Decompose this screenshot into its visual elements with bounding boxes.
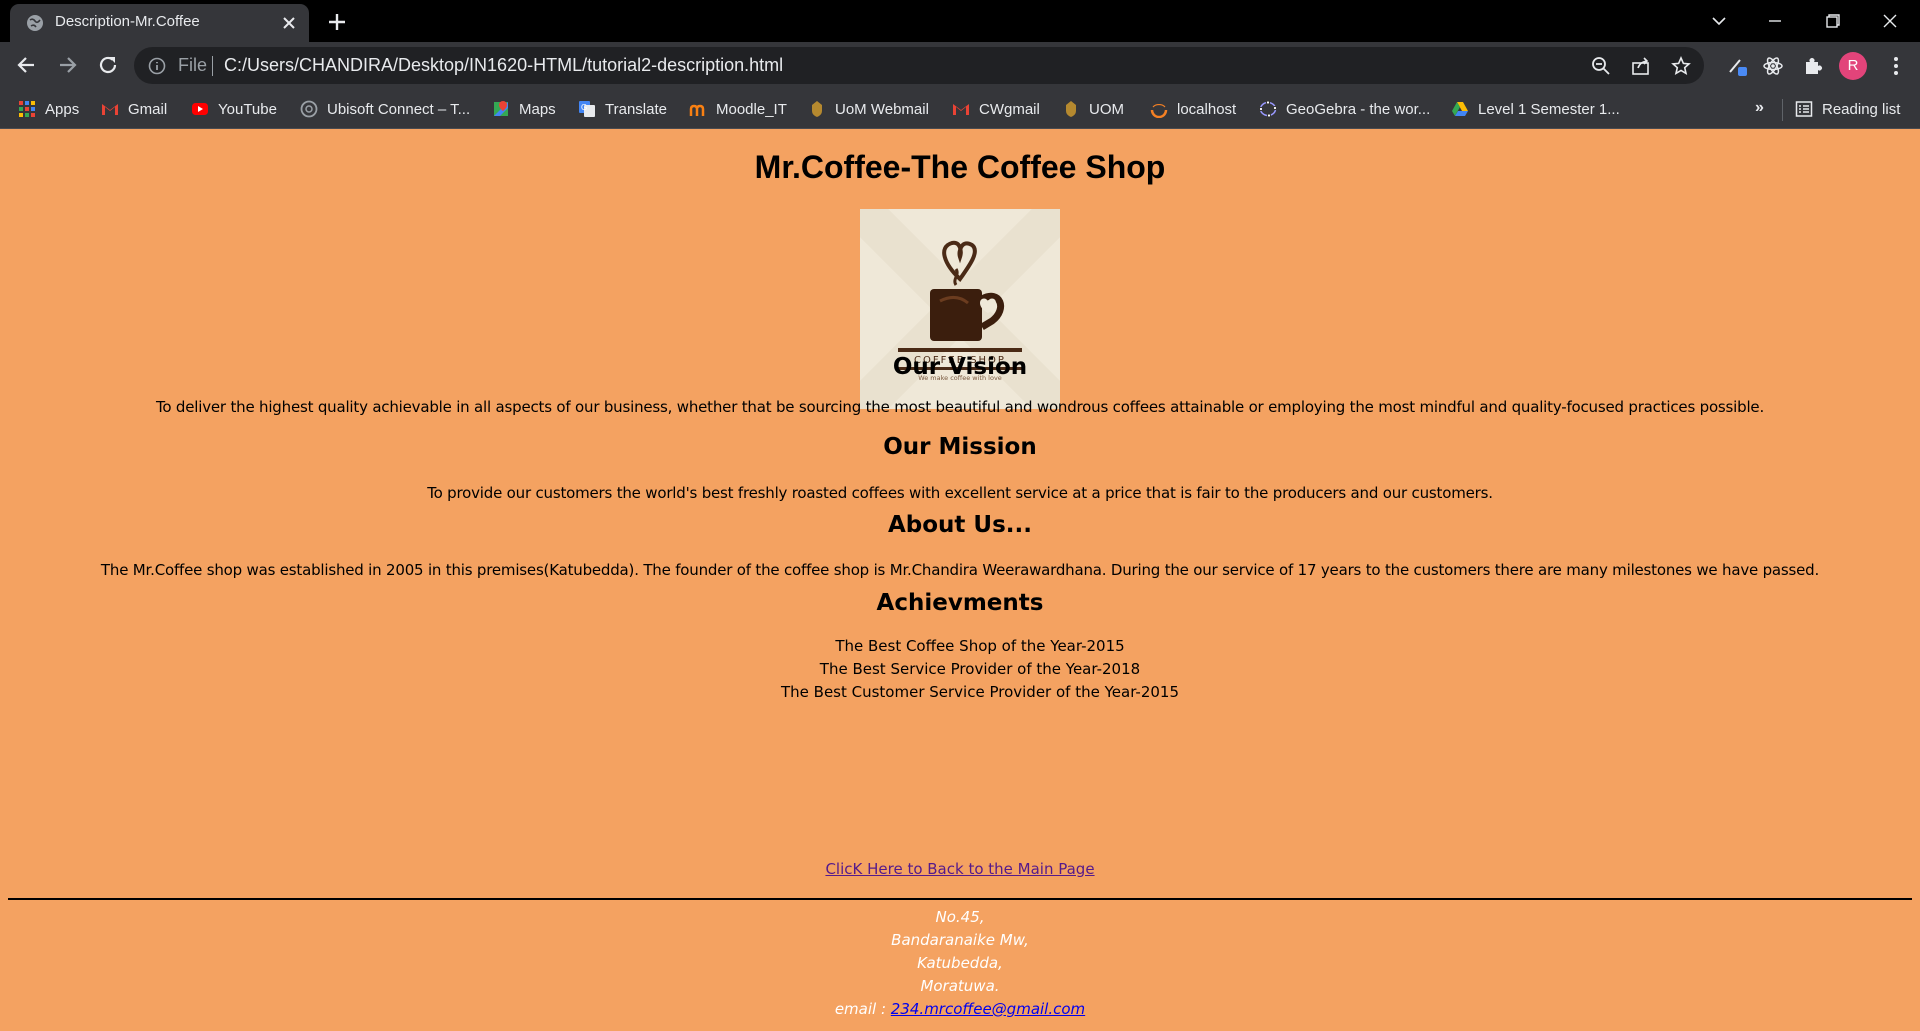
vision-heading: Our Vision (892, 354, 1028, 380)
bookmark-maps[interactable]: Maps (492, 97, 556, 121)
gmail-icon (102, 104, 118, 115)
back-link-wrapper: ClicK Here to Back to the Main Page (0, 860, 1920, 878)
youtube-icon (192, 103, 208, 115)
ubisoft-icon (300, 100, 318, 118)
reading-list-button[interactable]: Reading list (1795, 97, 1900, 121)
svg-text:G: G (581, 103, 587, 112)
tab-strip: Description-Mr.Coffee (0, 0, 1920, 42)
bookmark-label: UOM (1089, 100, 1124, 118)
scheme-label: File (178, 55, 208, 75)
bookmark-label: UoM Webmail (835, 100, 929, 118)
restore-icon[interactable] (1820, 8, 1846, 34)
url-text[interactable]: C:/Users/CHANDIRA/Desktop/IN1620-HTML/tu… (224, 55, 783, 76)
new-tab-icon[interactable] (326, 11, 348, 33)
uom-icon (1066, 101, 1076, 117)
bookmark-uom[interactable]: UOM (1062, 97, 1124, 121)
bookmark-label: Apps (45, 100, 80, 118)
bookmark-moodle[interactable]: Moodle_IT (689, 97, 787, 121)
achievement-item: The Best Coffee Shop of the Year-2015 (835, 637, 1125, 655)
bookmark-label: Gmail (128, 100, 168, 118)
globe-icon (27, 15, 43, 31)
bookmarks-overflow[interactable]: » (1755, 99, 1764, 117)
bookmark-youtube[interactable]: YouTube (191, 97, 277, 121)
maps-icon (494, 101, 508, 116)
browser-toolbar: File C:/Users/CHANDIRA/Desktop/IN1620-HT… (0, 42, 1920, 89)
bookmark-uom-webmail[interactable]: UoM Webmail (808, 97, 929, 121)
bookmark-localhost[interactable]: localhost (1150, 97, 1236, 121)
tab-title: Description-Mr.Coffee (55, 13, 200, 30)
google-drive-icon (1452, 102, 1468, 116)
back-to-main-link[interactable]: ClicK Here to Back to the Main Page (825, 860, 1094, 878)
about-heading: About Us... (887, 512, 1033, 538)
email-line: email : 234.mrcoffee@gmail.com (0, 998, 1920, 1021)
about-text: The Mr.Coffee shop was established in 20… (100, 561, 1820, 579)
minimize-icon[interactable] (1762, 8, 1788, 34)
mission-text: To provide our customers the world's bes… (427, 484, 1493, 502)
close-window-icon[interactable] (1877, 8, 1903, 34)
achievements-heading: Achievments (876, 590, 1044, 616)
bookmark-ubisoft[interactable]: Ubisoft Connect – T... (300, 97, 470, 121)
achievements-list: The Best Coffee Shop of the Year-2015 Th… (0, 635, 1920, 704)
profile-avatar[interactable]: R (1839, 52, 1867, 80)
bookmark-label: Ubisoft Connect – T... (327, 100, 471, 118)
page-content: Mr.Coffee-The Coffee Shop COFFEE SHOP We… (0, 129, 1920, 1031)
bookmark-geogebra[interactable]: GeoGebra - the wor... (1259, 97, 1430, 121)
uom-icon (812, 101, 822, 117)
address-line: Katubedda, (917, 954, 1003, 972)
bookmark-translate[interactable]: G Translate (578, 97, 667, 121)
bookmark-label: GeoGebra - the wor... (1286, 100, 1431, 118)
email-label: email : (834, 1000, 891, 1018)
bookmark-gmail[interactable]: Gmail (101, 97, 167, 121)
bookmark-label: Moodle_IT (716, 100, 787, 118)
bookmark-label: Translate (605, 100, 667, 118)
bookmark-apps[interactable]: Apps (18, 97, 79, 121)
extension-pen-icon[interactable] (1726, 54, 1750, 78)
achievement-item: The Best Service Provider of the Year-20… (819, 660, 1141, 678)
address-separator (212, 56, 213, 76)
footer-address: No.45, Bandaranaike Mw, Katubedda, Morat… (0, 906, 1920, 1021)
share-icon[interactable] (1631, 56, 1651, 76)
translate-icon: G (579, 101, 595, 117)
bookmark-star-icon[interactable] (1671, 56, 1691, 76)
back-arrow-icon[interactable] (14, 52, 40, 78)
bookmark-label: Maps (519, 100, 556, 118)
extensions-puzzle-icon[interactable] (1801, 54, 1825, 78)
address-bar[interactable]: File C:/Users/CHANDIRA/Desktop/IN1620-HT… (134, 47, 1704, 84)
vision-text: To deliver the highest quality achievabl… (155, 398, 1765, 416)
more-menu-icon[interactable] (1884, 54, 1908, 78)
tab-search-icon[interactable] (1706, 8, 1732, 34)
apps-grid-icon (19, 101, 35, 117)
bookmarks-bar: Apps Gmail YouTube Ubisoft Connect – T..… (0, 89, 1920, 129)
address-line: No.45, (935, 908, 985, 926)
bookmark-label: CWgmail (979, 100, 1040, 118)
bookmark-level1-semester[interactable]: Level 1 Semester 1... (1451, 97, 1620, 121)
reading-list-icon (1795, 101, 1813, 117)
geogebra-icon (1259, 100, 1277, 118)
bookmark-label: localhost (1177, 100, 1237, 118)
zoom-icon[interactable] (1591, 56, 1611, 76)
address-line: Bandaranaike Mw, (891, 931, 1029, 949)
close-tab-icon[interactable] (280, 14, 298, 32)
gmail-icon (953, 104, 969, 115)
bookmark-cwgmail[interactable]: CWgmail (952, 97, 1040, 121)
reload-icon[interactable] (95, 52, 121, 78)
react-devtools-icon[interactable] (1761, 54, 1785, 78)
forward-arrow-icon[interactable] (54, 52, 80, 78)
footer-divider (8, 898, 1912, 900)
localhost-icon (1150, 104, 1168, 118)
page-title: Mr.Coffee-The Coffee Shop (754, 149, 1166, 185)
email-link[interactable]: 234.mrcoffee@gmail.com (891, 1000, 1085, 1018)
reading-list-label: Reading list (1822, 100, 1901, 118)
bookmarks-divider (1782, 99, 1783, 121)
achievement-item: The Best Customer Service Provider of th… (780, 683, 1179, 701)
address-line: Moratuwa. (920, 977, 1000, 995)
mission-heading: Our Mission (883, 434, 1037, 460)
moodle-icon (689, 104, 705, 116)
info-icon[interactable] (148, 57, 166, 75)
browser-tab[interactable]: Description-Mr.Coffee (10, 4, 309, 42)
bookmark-label: YouTube (218, 100, 277, 118)
bookmark-label: Level 1 Semester 1... (1478, 100, 1620, 118)
